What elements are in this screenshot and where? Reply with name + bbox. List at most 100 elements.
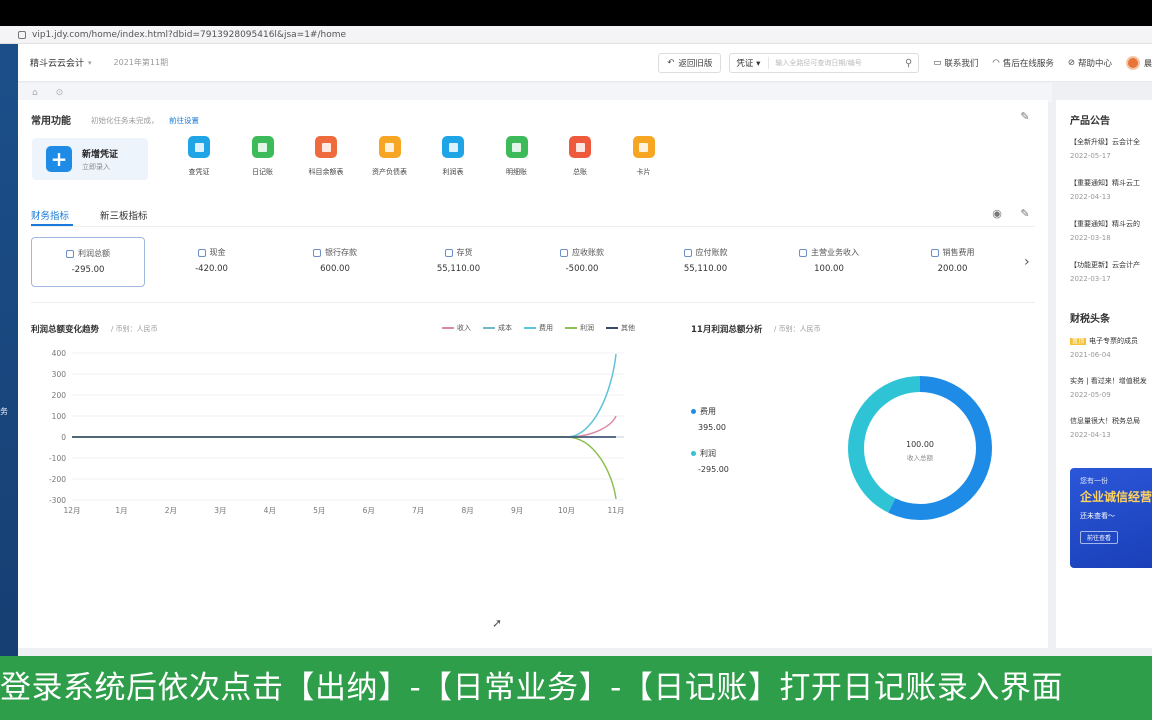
y-tick-label: 0 (61, 433, 66, 442)
metric-card[interactable]: 应收账款 -500.00 (525, 237, 639, 287)
announcement-item[interactable]: 【重要通知】精斗云的 2022-03-18 (1070, 219, 1152, 242)
promo-banner[interactable]: 您有一份 企业诚信经营 还未查看～ 前往查看 (1070, 468, 1152, 568)
shortcut-6[interactable]: 总账 (550, 136, 610, 177)
home-icon[interactable]: ⌂ (32, 88, 38, 98)
search-icon[interactable]: ⚲ (905, 58, 912, 69)
online-service-link[interactable]: ◠ 售后在线服务 (992, 57, 1053, 69)
init-hint: 初始化任务未完成， (91, 116, 159, 125)
divider (31, 226, 1035, 227)
metric-icon (799, 248, 807, 257)
shortcut-5[interactable]: 明细账 (487, 136, 547, 177)
banner-button[interactable]: 前往查看 (1080, 531, 1119, 544)
shortcut-7[interactable]: 卡片 (614, 136, 674, 177)
announcement-date: 2022-05-17 (1070, 152, 1111, 160)
metric-label: 主营业务收入 (811, 248, 859, 257)
x-tick-label: 11月 (607, 506, 624, 515)
legend-item[interactable]: 收入 (442, 323, 471, 333)
metric-icon (313, 248, 321, 257)
account-set-selector[interactable]: 精斗云云会计 ▾ (30, 56, 92, 70)
common-functions-title: 常用功能 (31, 116, 71, 127)
announcement-item[interactable]: 【全新升级】云会计全 2022-05-17 (1070, 137, 1152, 160)
metric-icon (930, 248, 939, 257)
metric-card[interactable]: 应付账款 55,110.00 (649, 237, 763, 287)
legend-dot (691, 409, 696, 414)
metric-label: 利润总额 (78, 249, 110, 258)
tab-financial-indicators[interactable]: 财务指标 (31, 208, 69, 222)
chevron-right-icon[interactable]: › (1024, 254, 1030, 270)
analysis-chart-title: 11月利润总额分析 (691, 325, 763, 335)
shortcut-3[interactable]: 资产负债表 (360, 136, 420, 177)
metric-card[interactable]: 银行存款 600.00 (278, 237, 392, 287)
tab-neeq-indicators[interactable]: 新三板指标 (100, 208, 148, 222)
y-tick-label: -300 (49, 496, 66, 505)
metric-label: 存货 (456, 248, 473, 257)
eye-icon[interactable]: ◉ (991, 208, 1003, 220)
x-tick-label: 4月 (264, 506, 276, 515)
news-text: 实务 | 看过来！增值税发 (1070, 377, 1147, 385)
shortcut-2[interactable]: 科目余额表 (296, 136, 356, 177)
shortcut-icon (442, 136, 464, 158)
metric-icon (444, 248, 453, 257)
news-item[interactable]: 信息量很大！税务总局 2022-04-13 (1070, 416, 1152, 439)
y-tick-label: -100 (49, 454, 66, 463)
shortcut-icon (251, 136, 274, 158)
announcement-item[interactable]: 【重要通知】精斗云工 2022-04-13 (1070, 178, 1152, 201)
left-nav-bar[interactable]: 务 (0, 44, 18, 656)
new-voucher-button[interactable]: + 新增凭证 立即录入 (32, 138, 148, 180)
search-box[interactable]: 凭证 ▾ 输入全路径可查询日期/编号 ⚲ (729, 53, 920, 73)
trend-legend: 收入 成本 费用 利润 其他 (442, 323, 635, 333)
banner-line1: 您有一份 (1080, 477, 1108, 485)
edit-icon[interactable]: ✎ (1019, 111, 1031, 123)
legend-item[interactable]: 费用 (524, 323, 553, 333)
divider (31, 302, 1035, 303)
goto-settings-link[interactable]: 前往设置 (169, 115, 199, 126)
profit-donut-chart: 100.00 收入总额 (848, 376, 992, 520)
legend-item[interactable]: 其他 (606, 323, 635, 333)
shortcut-0[interactable]: 查凭证 (169, 136, 229, 177)
metric-card[interactable]: 主营业务收入 100.00 (772, 237, 886, 287)
trend-line-chart: 400 300 200 100 0 -100 -200 -30012月 1月 2月 3月 4月 5月 6月… (49, 349, 625, 515)
legend-expense: 费用 (691, 406, 716, 417)
legend-item[interactable]: 成本 (483, 323, 512, 333)
help-center-link[interactable]: ⊘ 帮助中心 (1068, 57, 1112, 69)
search-input[interactable]: 输入全路径可查询日期/编号 (775, 58, 905, 68)
y-tick-label: -200 (49, 475, 66, 484)
shortcut-icon (315, 136, 337, 158)
shortcut-4[interactable]: 利润表 (423, 136, 483, 177)
edit-metrics-icon[interactable]: ✎ (1019, 208, 1031, 220)
user-avatar[interactable] (1126, 56, 1140, 70)
metric-card[interactable]: 现金 -420.00 (155, 237, 269, 287)
shortcut-label: 查凭证 (188, 168, 210, 176)
legend-label: 其他 (621, 324, 635, 332)
metric-value: -420.00 (195, 264, 228, 274)
metric-value: 100.00 (814, 264, 844, 274)
announcement-text: 【重要通知】精斗云的 (1070, 220, 1140, 228)
metric-icon (560, 248, 568, 257)
analysis-chart-unit: / 币别：人民币 (774, 325, 821, 333)
news-item[interactable]: 实务 | 看过来！增值税发 2022-05-09 (1070, 376, 1152, 399)
announcement-item[interactable]: 【功能更新】云会计产 2022-03-17 (1070, 260, 1152, 283)
legend-swatch (483, 327, 495, 329)
metric-value: -500.00 (565, 264, 599, 274)
news-item[interactable]: 置顶 电子专票的成员 2021-06-04 (1070, 336, 1152, 359)
search-type-select[interactable]: 凭证 ▾ (736, 57, 770, 69)
news-text: 信息量很大！税务总局 (1070, 417, 1140, 425)
metric-value: -295.00 (71, 265, 105, 275)
expense-value: 395.00 (698, 423, 726, 432)
legend-label: 费用 (539, 324, 553, 332)
back-to-old-version-button[interactable]: ↶ 返回旧版 (658, 53, 722, 73)
mouse-cursor-icon: ➚ (492, 616, 503, 630)
news-date: 2022-05-09 (1070, 391, 1111, 399)
browser-address-bar[interactable]: vip1.jdy.com/home/index.html?dbid=791392… (0, 26, 1152, 44)
contact-us-link[interactable]: ▭ 联系我们 (933, 57, 978, 69)
metric-label: 现金 (209, 248, 226, 257)
settings-icon[interactable]: ⊙ (56, 88, 64, 98)
metric-card[interactable]: 销售费用 200.00 (896, 237, 1010, 287)
legend-item[interactable]: 利润 (565, 323, 594, 333)
trend-chart-unit: / 币别：人民币 (111, 325, 158, 333)
shortcut-1[interactable]: 日记账 (233, 136, 293, 177)
metric-value: 55,110.00 (436, 264, 481, 274)
metric-label: 应收账款 (572, 248, 604, 257)
metric-card[interactable]: 利润总额 -295.00 (31, 237, 145, 287)
metric-card[interactable]: 存货 55,110.00 (402, 237, 516, 287)
